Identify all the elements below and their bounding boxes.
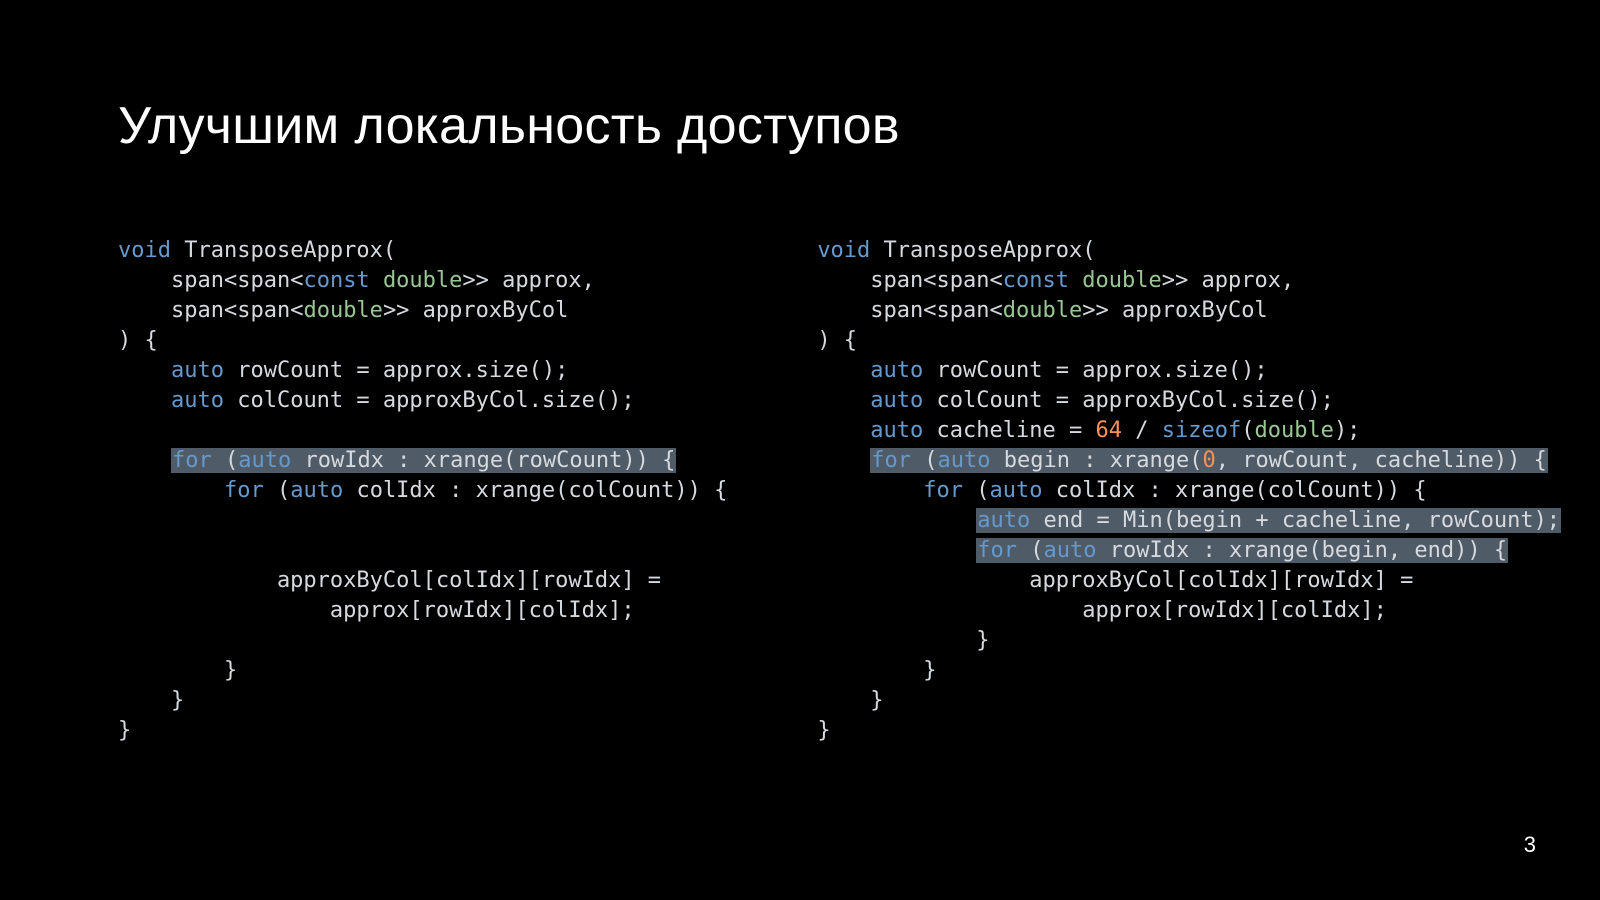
- code-line: auto end = Min(begin + cacheline, rowCou…: [817, 508, 1561, 533]
- code-line: for (auto rowIdx : xrange(begin, end)) {: [817, 538, 1508, 563]
- code-line: approx[rowIdx][colIdx];: [817, 598, 1387, 623]
- code-line: approxByCol[colIdx][rowIdx] =: [118, 568, 661, 593]
- code-line: approxByCol[colIdx][rowIdx] =: [817, 568, 1413, 593]
- code-line: }: [817, 658, 936, 683]
- page-number: 3: [1524, 832, 1536, 858]
- code-line: ) {: [118, 328, 158, 353]
- code-line: }: [118, 658, 237, 683]
- code-line: span<span<const double>> approx,: [118, 268, 595, 293]
- code-line: for (auto begin : xrange(0, rowCount, ca…: [817, 448, 1548, 473]
- code-line: for (auto colIdx : xrange(colCount)) {: [118, 478, 727, 503]
- code-line: auto colCount = approxByCol.size();: [817, 388, 1334, 413]
- code-columns: void TransposeApprox( span<span<const do…: [118, 236, 1482, 746]
- code-line: span<span<double>> approxByCol: [118, 298, 568, 323]
- slide: Улучшим локальность доступов void Transp…: [0, 0, 1600, 900]
- code-line: auto rowCount = approx.size();: [817, 358, 1267, 383]
- code-line: }: [118, 688, 184, 713]
- code-line: for (auto rowIdx : xrange(rowCount)) {: [118, 448, 676, 473]
- code-line: span<span<double>> approxByCol: [817, 298, 1267, 323]
- code-line: span<span<const double>> approx,: [817, 268, 1294, 293]
- code-line: void TransposeApprox(: [118, 238, 396, 263]
- code-line: ) {: [817, 328, 857, 353]
- code-line: void TransposeApprox(: [817, 238, 1095, 263]
- code-line: }: [118, 718, 131, 743]
- code-line: }: [817, 718, 830, 743]
- code-line: auto colCount = approxByCol.size();: [118, 388, 635, 413]
- slide-title: Улучшим локальность доступов: [118, 96, 1482, 156]
- code-line: auto rowCount = approx.size();: [118, 358, 568, 383]
- code-line: }: [817, 688, 883, 713]
- code-line: }: [817, 628, 989, 653]
- code-line: for (auto colIdx : xrange(colCount)) {: [817, 478, 1426, 503]
- code-right: void TransposeApprox( span<span<const do…: [817, 236, 1561, 746]
- code-line: approx[rowIdx][colIdx];: [118, 598, 635, 623]
- code-left: void TransposeApprox( span<span<const do…: [118, 236, 727, 746]
- code-line: auto cacheline = 64 / sizeof(double);: [817, 418, 1360, 443]
